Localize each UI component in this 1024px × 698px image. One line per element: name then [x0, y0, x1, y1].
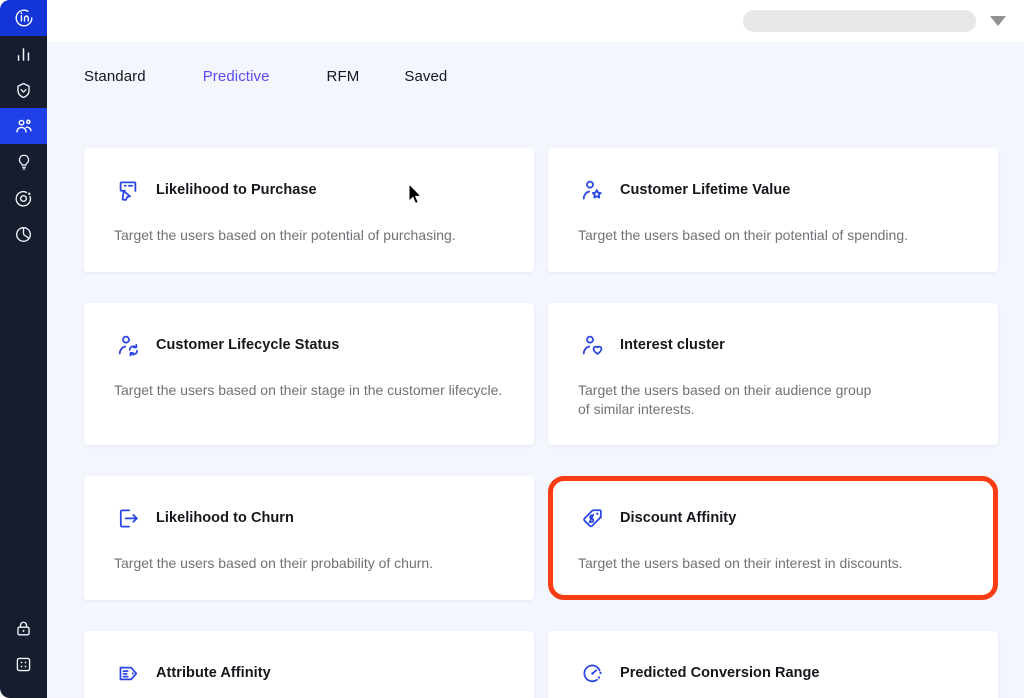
card-customer-lifecycle-status[interactable]: Customer Lifecycle Status Target the use… — [84, 303, 534, 445]
main-content: Standard Predictive RFM Saved Likelihoo — [47, 0, 1024, 698]
cursor-screen-icon — [114, 176, 142, 204]
left-nav-sidebar — [0, 0, 47, 698]
card-header: Predicted Conversion Range — [578, 659, 968, 687]
card-header: Attribute Affinity — [114, 659, 504, 687]
card-title: Discount Affinity — [620, 510, 736, 526]
card-attribute-affinity[interactable]: Attribute Affinity Target the users base… — [84, 631, 534, 698]
sidebar-item-reports[interactable] — [0, 216, 47, 252]
card-title: Attribute Affinity — [156, 665, 271, 681]
search-input[interactable] — [743, 10, 976, 32]
card-header: Likelihood to Purchase — [114, 176, 504, 204]
app-logo[interactable] — [0, 0, 47, 36]
card-title: Predicted Conversion Range — [620, 665, 820, 681]
card-header: Likelihood to Churn — [114, 504, 504, 532]
card-likelihood-to-churn[interactable]: Likelihood to Churn Target the users bas… — [84, 476, 534, 600]
tab-predictive[interactable]: Predictive — [203, 68, 270, 85]
card-header: Discount Affinity — [578, 504, 968, 532]
analytics-icon — [15, 46, 32, 63]
person-heart-icon — [578, 331, 606, 359]
card-title: Customer Lifecycle Status — [156, 337, 339, 353]
exit-arrow-icon — [114, 504, 142, 532]
card-description: Target the users based on their stage in… — [114, 381, 504, 400]
card-description: Target the users based on their probabil… — [114, 554, 504, 573]
sidebar-item-protection[interactable] — [0, 72, 47, 108]
sidebar-item-insights[interactable] — [0, 144, 47, 180]
person-refresh-icon — [114, 331, 142, 359]
shield-check-icon — [14, 81, 33, 100]
card-description: Target the users based on their audience… — [578, 381, 968, 419]
card-title: Likelihood to Churn — [156, 510, 294, 526]
audience-icon — [14, 116, 34, 136]
chevron-down-icon[interactable] — [990, 16, 1006, 26]
gauge-icon — [578, 659, 606, 687]
top-bar — [47, 0, 1024, 42]
card-header: Interest cluster — [578, 331, 968, 359]
segment-type-tabs: Standard Predictive RFM Saved — [47, 42, 1024, 110]
pie-chart-icon — [14, 225, 33, 244]
tab-standard[interactable]: Standard — [84, 68, 146, 85]
card-title: Interest cluster — [620, 337, 725, 353]
tab-rfm[interactable]: RFM — [327, 68, 360, 85]
apps-grid-icon — [14, 655, 33, 674]
card-customer-lifetime-value[interactable]: Customer Lifetime Value Target the users… — [548, 148, 998, 272]
sidebar-bottom-group — [0, 610, 47, 698]
sidebar-item-campaigns[interactable] — [0, 180, 47, 216]
card-discount-affinity[interactable]: Discount Affinity Target the users based… — [548, 476, 998, 600]
lightbulb-icon — [15, 153, 33, 171]
card-likelihood-to-purchase[interactable]: Likelihood to Purchase Target the users … — [84, 148, 534, 272]
lock-icon — [14, 619, 33, 638]
card-title: Likelihood to Purchase — [156, 182, 317, 198]
card-description: Target the users based on their potentia… — [114, 226, 504, 245]
corner-mask-top-right — [1016, 0, 1024, 8]
app-window: Standard Predictive RFM Saved Likelihoo — [0, 0, 1024, 698]
list-tag-icon — [114, 659, 142, 687]
sidebar-item-analytics[interactable] — [0, 36, 47, 72]
card-header: Customer Lifetime Value — [578, 176, 968, 204]
tab-saved[interactable]: Saved — [404, 68, 447, 85]
person-star-icon — [578, 176, 606, 204]
sidebar-item-security[interactable] — [0, 610, 47, 646]
card-title: Customer Lifetime Value — [620, 182, 790, 198]
card-interest-cluster[interactable]: Interest cluster Target the users based … — [548, 303, 998, 445]
card-description: Target the users based on their potentia… — [578, 226, 968, 245]
dollar-tag-icon — [578, 504, 606, 532]
card-header: Customer Lifecycle Status — [114, 331, 504, 359]
card-description: Target the users based on their interest… — [578, 554, 968, 573]
card-predicted-conversion-range[interactable]: Predicted Conversion Range Target the us… — [548, 631, 998, 698]
target-icon — [14, 189, 33, 208]
predictive-segment-grid: Likelihood to Purchase Target the users … — [84, 148, 998, 698]
sidebar-item-apps[interactable] — [0, 646, 47, 682]
sidebar-item-audiences[interactable] — [0, 108, 47, 144]
